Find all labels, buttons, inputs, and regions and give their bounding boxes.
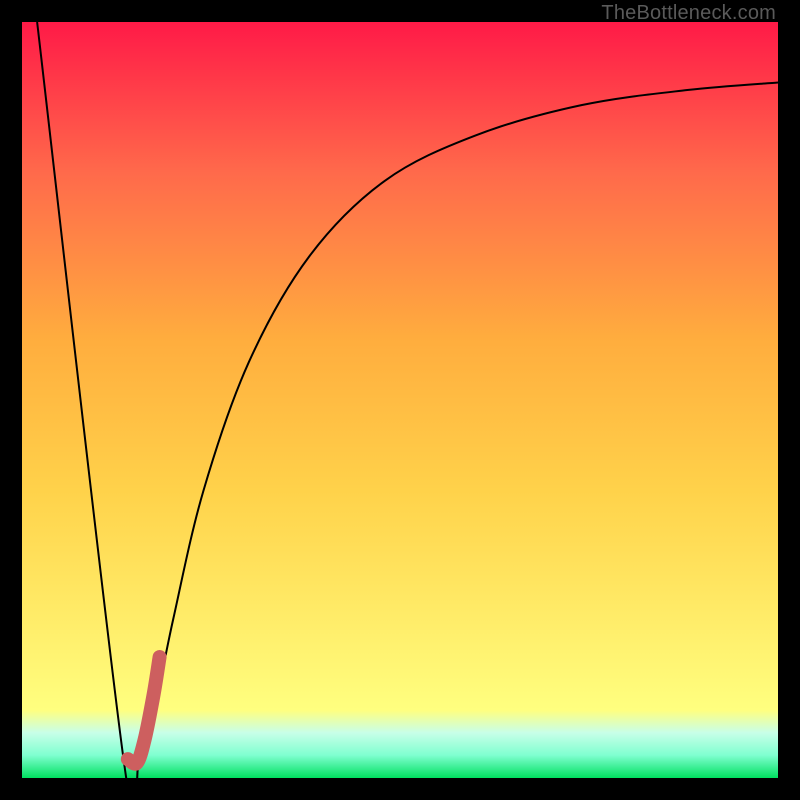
plot-area xyxy=(22,22,778,778)
gradient-background xyxy=(22,22,778,778)
chart-frame: TheBottleneck.com xyxy=(0,0,800,800)
chart-svg xyxy=(22,22,778,778)
